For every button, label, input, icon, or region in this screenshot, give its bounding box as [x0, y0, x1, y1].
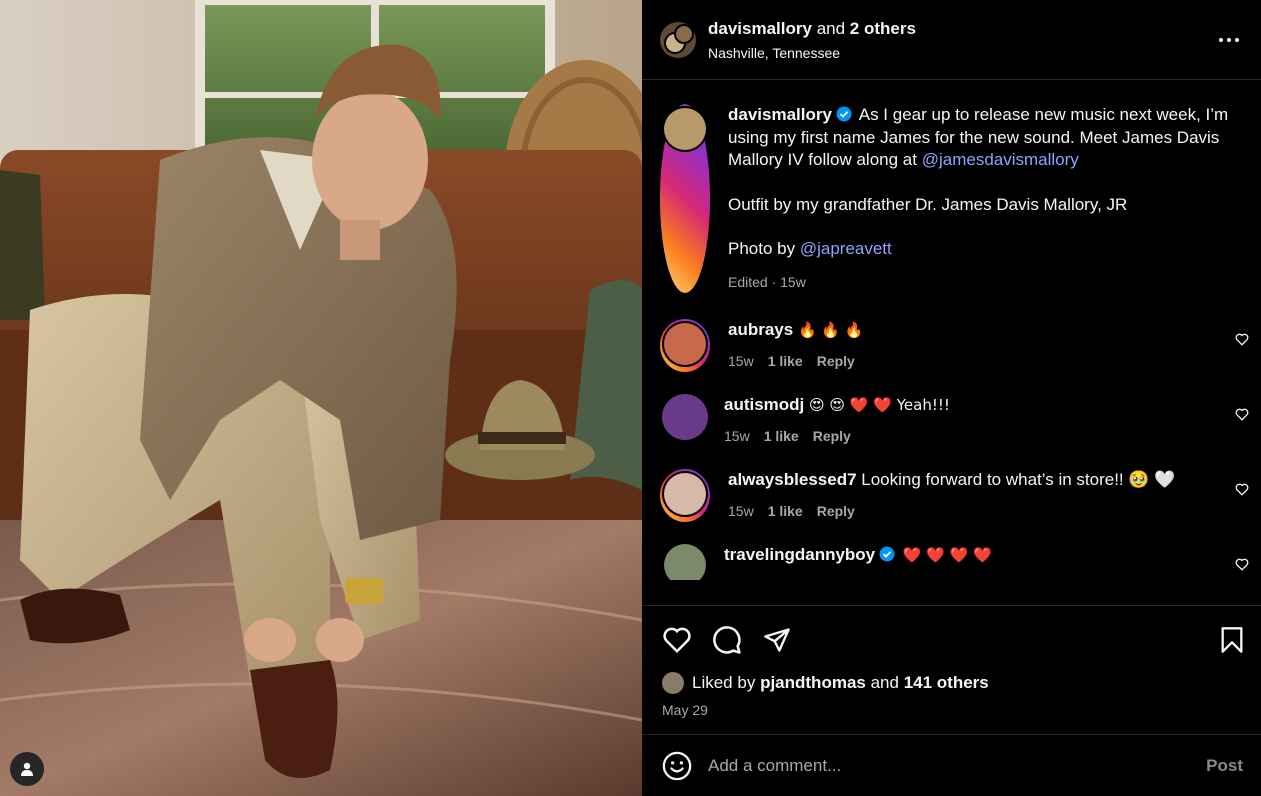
heart-icon: [663, 627, 691, 653]
comment-text: Looking forward to what’s in store!! 🥹 🤍: [861, 470, 1176, 489]
comment-actions: 15w 1 like Reply: [724, 425, 950, 447]
comment-like-icon[interactable]: [1235, 483, 1249, 496]
comment-likes[interactable]: 1 like: [764, 425, 799, 447]
comment-actions: 15w 1 like Reply: [728, 500, 1175, 522]
comment-like-icon[interactable]: [1235, 558, 1249, 571]
comment-reply-button[interactable]: Reply: [817, 500, 855, 522]
verified-icon: [836, 106, 852, 122]
header-and: and: [816, 18, 846, 38]
emoji-button[interactable]: [662, 751, 692, 781]
caption: davismallory As I gear up to release new…: [660, 80, 1261, 293]
header-location[interactable]: Nashville, Tennessee: [708, 45, 1217, 61]
comment-icon: [713, 625, 741, 654]
comment-username[interactable]: aubrays: [728, 320, 793, 339]
more-icon: [1219, 37, 1239, 42]
share-icon: [764, 627, 790, 652]
comment-time: 15w: [728, 353, 754, 369]
bookmark-icon: [1221, 626, 1243, 653]
comment: travelingdannyboy ❤️ ❤️ ❤️ ❤️: [660, 544, 1261, 580]
emoji-icon: [662, 751, 692, 780]
post-modal: davismallory and 2 others Nashville, Ten…: [0, 0, 1261, 796]
collab-avatar[interactable]: [660, 21, 696, 58]
comment-body: alwaysblessed7 Looking forward to what’s…: [728, 469, 1175, 522]
likes-and: and: [870, 673, 899, 692]
comment-button[interactable]: [712, 625, 742, 655]
header-title: davismallory and 2 others: [708, 19, 1217, 39]
header-text: davismallory and 2 others Nashville, Ten…: [708, 19, 1217, 61]
user-tag-icon: [21, 762, 33, 776]
comment-text: ❤️ ❤️ ❤️ ❤️: [902, 546, 992, 564]
post-header: davismallory and 2 others Nashville, Ten…: [642, 0, 1261, 80]
caption-text-2: Outfit by my grandfather Dr. James Davis…: [728, 194, 1128, 214]
comment-text: 🔥 🔥 🔥: [797, 321, 864, 339]
verified-icon: [879, 546, 895, 562]
comments-list[interactable]: davismallory As I gear up to release new…: [642, 80, 1261, 605]
comment-avatar[interactable]: [660, 469, 710, 522]
caption-avatar[interactable]: [660, 104, 710, 293]
comment-body: travelingdannyboy ❤️ ❤️ ❤️ ❤️: [724, 544, 992, 580]
user-tag-button[interactable]: [10, 752, 44, 786]
likes-summary: Liked by pjandthomas and 141 others: [642, 672, 1261, 694]
caption-username[interactable]: davismallory: [728, 105, 832, 124]
comment-like-icon[interactable]: [1235, 408, 1249, 421]
comment-input[interactable]: [708, 755, 1207, 776]
caption-credit: Photo by @japreavett: [728, 238, 1238, 261]
post-action-bar: [642, 605, 1261, 673]
caption-meta: Edited · 15w: [728, 273, 806, 290]
comment-like-icon[interactable]: [1235, 333, 1249, 346]
comment-username[interactable]: autismodj: [724, 395, 804, 414]
comment-likes[interactable]: 1 like: [768, 350, 803, 372]
save-button[interactable]: [1219, 626, 1245, 654]
comment-actions: 15w 1 like Reply: [728, 350, 864, 372]
likes-user[interactable]: pjandthomas: [760, 673, 866, 693]
post-side-panel: davismallory and 2 others Nashville, Ten…: [642, 0, 1261, 796]
comment-reply-button[interactable]: Reply: [813, 425, 851, 447]
comment-username[interactable]: travelingdannyboy: [724, 545, 875, 564]
comment-text: 😍 😍 ❤️ ❤️ Yeah!!!: [809, 396, 950, 414]
share-button[interactable]: [762, 626, 792, 654]
header-username[interactable]: davismallory: [708, 19, 812, 38]
comment: alwaysblessed7 Looking forward to what’s…: [660, 469, 1261, 522]
comment-reply-button[interactable]: Reply: [817, 350, 855, 372]
comment-avatar[interactable]: [662, 394, 708, 440]
comment-username[interactable]: alwaysblessed7: [728, 470, 857, 489]
comment: aubrays 🔥 🔥 🔥 15w 1 like Reply: [660, 319, 1261, 372]
comment-body: autismodj 😍 😍 ❤️ ❤️ Yeah!!! 15w 1 like R…: [724, 394, 950, 447]
post-image: [0, 0, 642, 796]
post-date[interactable]: May 29: [642, 694, 1261, 734]
likes-prefix: Liked by: [692, 673, 756, 692]
likes-others[interactable]: 141 others: [904, 673, 989, 693]
more-options-button[interactable]: [1217, 28, 1241, 52]
post-comment-button[interactable]: Post: [1206, 756, 1243, 776]
comment-composer: Post: [642, 734, 1261, 796]
post-photo: [0, 0, 642, 796]
caption-body: davismallory As I gear up to release new…: [728, 104, 1238, 293]
comment-time: 15w: [724, 428, 750, 444]
comment-likes[interactable]: 1 like: [768, 500, 803, 522]
caption-text-3: Photo by: [728, 239, 796, 258]
header-others[interactable]: 2 others: [850, 19, 916, 38]
comment-avatar[interactable]: [664, 544, 706, 580]
like-button[interactable]: [662, 626, 692, 654]
comment-body: aubrays 🔥 🔥 🔥 15w 1 like Reply: [728, 319, 864, 372]
comment-time: 15w: [728, 503, 754, 519]
caption-mention-2[interactable]: @japreavett: [800, 239, 892, 258]
likes-avatar[interactable]: [662, 672, 684, 694]
comment-avatar[interactable]: [660, 319, 710, 372]
comment: autismodj 😍 😍 ❤️ ❤️ Yeah!!! 15w 1 like R…: [660, 394, 1261, 447]
caption-mention-1[interactable]: @jamesdavismallory: [922, 150, 1079, 169]
